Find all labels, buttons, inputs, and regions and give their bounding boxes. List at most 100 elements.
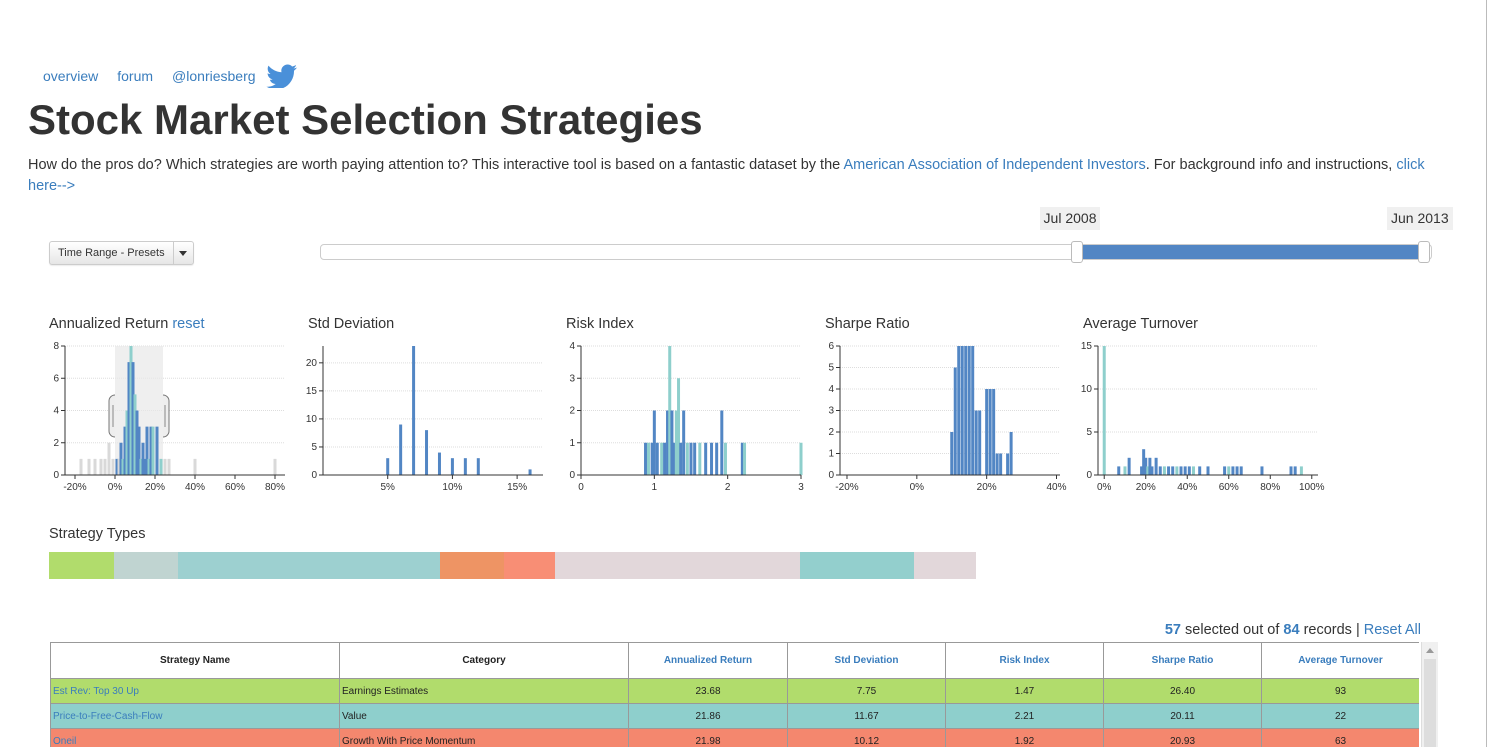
- reset-all-link[interactable]: Reset All: [1364, 622, 1421, 638]
- selected-count: 57: [1164, 622, 1181, 638]
- y-tick-label: 4: [53, 406, 59, 417]
- strategy-types-bar[interactable]: [49, 552, 976, 579]
- table-row[interactable]: Price-to-Free-Cash-Flow Value 21.86 11.6…: [50, 703, 1419, 729]
- table-row[interactable]: Est Rev: Top 30 Up Earnings Estimates 23…: [50, 678, 1419, 704]
- records-text: records: [1303, 622, 1352, 638]
- table-header-row: Strategy Name Category Annualized Return…: [50, 642, 1419, 679]
- histogram-bar: [978, 410, 982, 475]
- annualized-return-reset-link[interactable]: reset: [172, 316, 204, 332]
- histogram-bar: [386, 458, 390, 475]
- twitter-bird-icon[interactable]: [265, 64, 298, 90]
- strategy-type-segment[interactable]: [914, 552, 976, 579]
- y-tick-label: 6: [828, 341, 834, 352]
- std-deviation-histogram[interactable]: 0 5 10 15 20 5% 10% 15%: [298, 338, 558, 498]
- y-tick-label: 0: [569, 470, 575, 481]
- header-annualized-return[interactable]: Annualized Return: [628, 642, 788, 679]
- histogram-bar: [799, 442, 803, 475]
- sharpe-ratio-cell: 20.93: [1103, 728, 1262, 747]
- time-range-slider-selection[interactable]: [1075, 245, 1423, 259]
- table-scrollbar[interactable]: [1421, 642, 1438, 747]
- header-sharpe-ratio[interactable]: Sharpe Ratio: [1103, 642, 1262, 679]
- category-cell: Value: [339, 703, 629, 729]
- std-deviation-cell: 7.75: [787, 678, 946, 704]
- time-range-start-handle[interactable]: [1070, 241, 1083, 263]
- y-tick-label: 15: [306, 386, 318, 397]
- histogram-bar: [992, 389, 996, 475]
- risk-index-cell: 2.21: [945, 703, 1104, 729]
- annualized-return-histogram[interactable]: 0 2 4 6 8 -20% 0% 20% 40% 60% 80%: [40, 338, 300, 498]
- annualized-return-cell: 21.86: [628, 703, 788, 729]
- header-category[interactable]: Category: [339, 642, 629, 679]
- header-strategy-name[interactable]: Strategy Name: [50, 642, 340, 679]
- brush-right-handle: [162, 394, 170, 438]
- histogram-bar: [1206, 466, 1210, 475]
- histogram-bar: [723, 442, 727, 475]
- strategy-type-segment[interactable]: [440, 552, 504, 579]
- histogram-bar: [159, 458, 163, 475]
- x-tick-label: 2: [725, 482, 731, 493]
- risk-index-histogram[interactable]: 0 1 2 3 4 0 1 2 3: [556, 338, 816, 498]
- histogram-bar: [79, 458, 83, 475]
- x-tick-label: 40%: [1047, 482, 1067, 493]
- histogram-bar: [107, 442, 111, 475]
- category-cell: Earnings Estimates: [339, 678, 629, 704]
- histogram-bar: [1009, 432, 1013, 475]
- histogram-bar: [425, 430, 429, 475]
- average-turnover-histogram[interactable]: 0 5 10 15 0% 20% 40% 60% 80% 100%: [1073, 338, 1333, 498]
- strategy-type-segment[interactable]: [504, 552, 555, 579]
- strategy-type-segment[interactable]: [800, 552, 914, 579]
- strategy-type-segment[interactable]: [114, 552, 178, 579]
- time-range-presets-button[interactable]: Time Range - Presets: [50, 242, 174, 264]
- aaii-link[interactable]: American Association of Independent Inve…: [843, 157, 1145, 173]
- histogram-bar: [450, 458, 454, 475]
- histogram-bar: [1123, 466, 1127, 475]
- time-range-end-handle[interactable]: [1418, 241, 1430, 263]
- separator: |: [1355, 622, 1360, 638]
- time-range-start-label: Jul 2008: [1039, 207, 1101, 230]
- y-tick-label: 6: [53, 373, 59, 384]
- table-row[interactable]: Oneil Growth With Price Momentum 21.98 1…: [50, 728, 1419, 747]
- header-risk-index[interactable]: Risk Index: [945, 642, 1104, 679]
- time-range-presets-dropdown[interactable]: Time Range - Presets: [49, 241, 194, 265]
- brush-left-handle: [108, 394, 116, 438]
- histogram-bar: [1154, 457, 1158, 475]
- strategy-name-link[interactable]: Price-to-Free-Cash-Flow: [50, 703, 340, 729]
- nav-forum-link[interactable]: forum: [117, 68, 153, 84]
- strategy-name-link[interactable]: Oneil: [50, 728, 340, 747]
- histogram-bar: [1175, 466, 1179, 475]
- y-tick-label: 0: [828, 470, 834, 481]
- histogram-bar: [1162, 466, 1166, 475]
- histogram-bar: [151, 426, 155, 475]
- histogram-bar: [971, 346, 975, 475]
- strategy-name-link[interactable]: Est Rev: Top 30 Up: [50, 678, 340, 704]
- nav-overview-link[interactable]: overview: [43, 68, 98, 84]
- scroll-up-arrow-icon[interactable]: [1426, 648, 1434, 653]
- category-cell: Growth With Price Momentum: [339, 728, 629, 747]
- histogram-bar: [1183, 466, 1187, 475]
- histogram-bar: [193, 458, 197, 475]
- x-tick-label: 5%: [380, 482, 395, 493]
- dropdown-caret-button[interactable]: [174, 242, 193, 264]
- strategy-type-segment[interactable]: [49, 552, 114, 579]
- intro-text-1: How do the pros do? Which strategies are…: [28, 157, 844, 173]
- histogram-bar: [679, 442, 683, 475]
- y-tick-label: 5: [828, 363, 834, 374]
- histogram-bar: [644, 442, 648, 475]
- strategy-type-segment[interactable]: [555, 552, 800, 579]
- nav-twitter-link[interactable]: @lonriesberg: [172, 68, 255, 84]
- header-average-turnover[interactable]: Average Turnover: [1261, 642, 1419, 679]
- histogram-bar: [689, 442, 693, 475]
- std-deviation-cell: 10.12: [787, 728, 946, 747]
- histogram-bar: [528, 469, 532, 475]
- y-tick-label: 1: [828, 449, 834, 460]
- sharpe-ratio-histogram[interactable]: 0 1 2 3 4 5 6 -20% 0% 20% 40%: [815, 338, 1075, 498]
- histogram-bar: [953, 367, 957, 475]
- histogram-bar: [693, 442, 697, 475]
- histogram-bar: [663, 442, 667, 475]
- page-title: Stock Market Selection Strategies: [28, 96, 703, 143]
- annualized-return-label: Annualized Return: [49, 316, 169, 332]
- header-std-deviation[interactable]: Std Deviation: [787, 642, 946, 679]
- histogram-bar: [967, 346, 971, 475]
- scrollbar-thumb[interactable]: [1424, 659, 1436, 747]
- strategy-type-segment[interactable]: [178, 552, 440, 579]
